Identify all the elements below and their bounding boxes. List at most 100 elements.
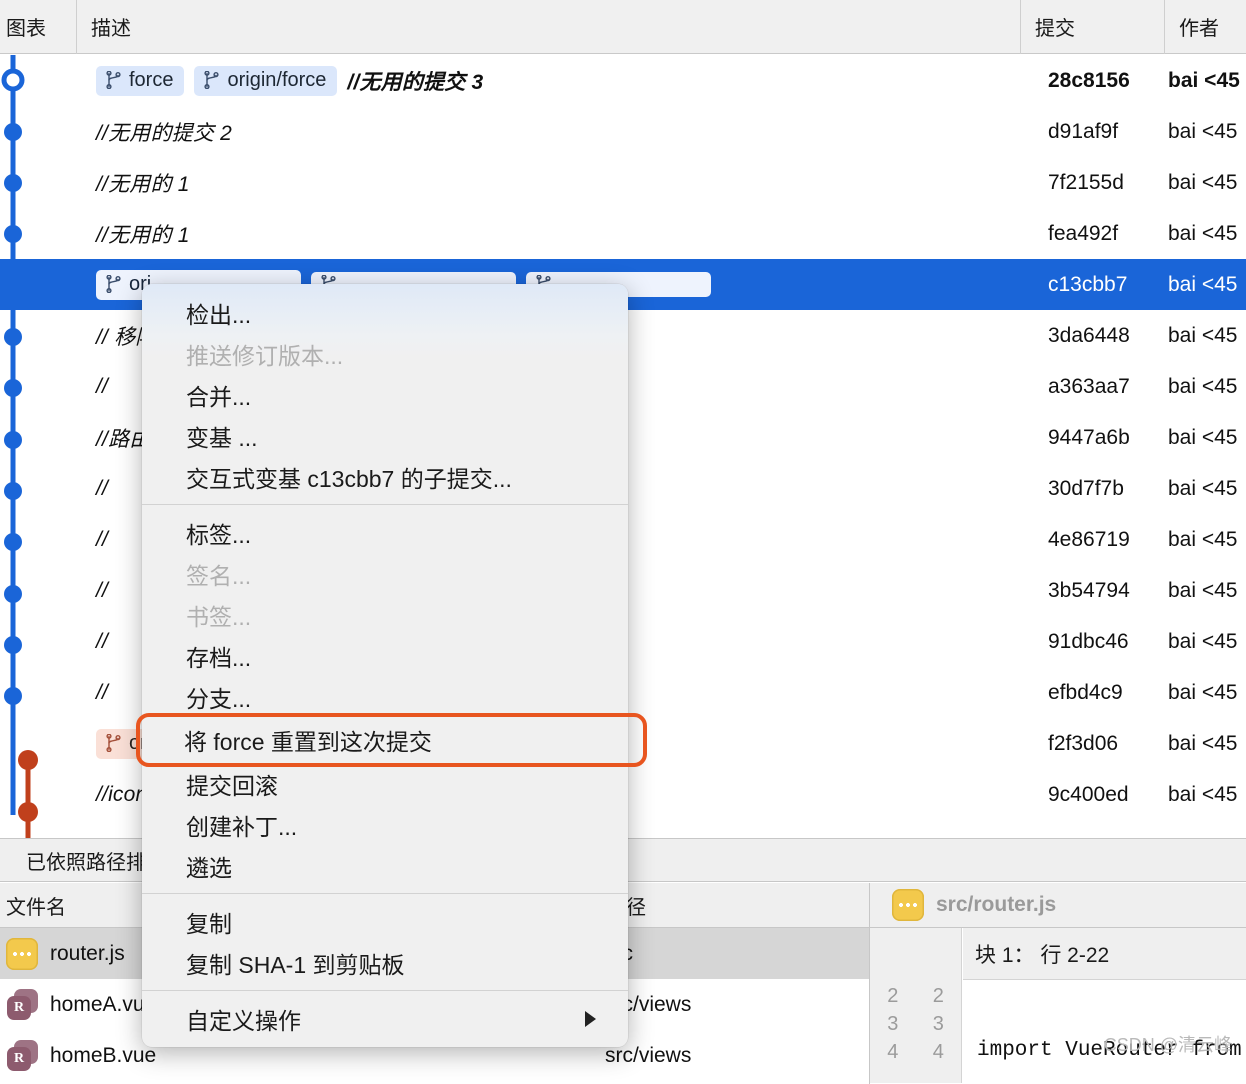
context-menu-item: 推送修订版本... bbox=[142, 333, 628, 374]
column-header-author[interactable]: 作者 bbox=[1164, 0, 1246, 54]
context-menu-item[interactable]: 存档... bbox=[142, 635, 628, 676]
context-menu-item[interactable]: 交互式变基 c13cbb7 的子提交... bbox=[142, 456, 628, 497]
commit-message: // bbox=[96, 374, 109, 398]
commit-message: // bbox=[96, 629, 109, 653]
commit-graph-cell bbox=[0, 514, 76, 565]
menu-separator bbox=[142, 893, 628, 894]
context-menu-item[interactable]: 复制 SHA-1 到剪贴板 bbox=[142, 942, 628, 983]
context-menu-item-label: 推送修订版本... bbox=[186, 342, 344, 369]
commit-graph-cell bbox=[0, 361, 76, 412]
diff-hunk-header-label: 块 1： 行 2-22 bbox=[975, 943, 1110, 967]
branch-chip[interactable]: origin/force bbox=[194, 65, 338, 96]
context-menu-item[interactable]: 分支... bbox=[142, 676, 628, 717]
diff-line-number-pair: 22 bbox=[870, 982, 961, 1010]
commit-hash: d91af9f bbox=[1048, 119, 1119, 143]
diff-new-line-number: 4 bbox=[932, 1040, 944, 1063]
commit-author: bai <45 bbox=[1168, 629, 1238, 653]
diff-new-line-number: 2 bbox=[932, 984, 944, 1007]
diff-pane[interactable]: src/router.js 223344 块 1： 行 2-22 import … bbox=[869, 883, 1246, 1084]
column-header-bar: 图表 描述 提交 作者 bbox=[0, 0, 1246, 54]
context-menu-item[interactable]: 合并... bbox=[142, 374, 628, 415]
file-name-label: router.js bbox=[50, 941, 125, 965]
commit-row[interactable]: //无用的提交 2 d91af9f bai <45 bbox=[0, 106, 1246, 157]
diff-old-line-number: 4 bbox=[887, 1040, 899, 1063]
commit-message: //无用的提交 2 bbox=[96, 121, 232, 145]
commit-message: //无用的 1 bbox=[96, 172, 190, 196]
column-header-commit[interactable]: 提交 bbox=[1020, 0, 1164, 54]
column-header-description[interactable]: 描述 bbox=[76, 0, 1020, 54]
context-menu-item-label: 合并... bbox=[186, 383, 252, 410]
context-menu-item: 书签... bbox=[142, 594, 628, 635]
commit-author: bai <45 bbox=[1168, 323, 1238, 347]
commit-description-cell: //无用的 1 bbox=[76, 157, 1020, 208]
commit-author: bai <45 bbox=[1168, 374, 1238, 398]
context-menu-item-label: 复制 bbox=[186, 910, 232, 937]
status-bar-text: 已依照路径排 bbox=[26, 851, 146, 874]
commit-hash: 3b54794 bbox=[1048, 578, 1130, 602]
column-header-commit-label: 提交 bbox=[1035, 18, 1075, 40]
context-menu-item[interactable]: 将 force 重置到这次提交 bbox=[136, 713, 647, 767]
commit-graph-cell bbox=[0, 55, 76, 106]
commit-row[interactable]: force origin/force //无用的提交 3 28c8156 bai <45 bbox=[0, 55, 1246, 106]
file-column-header-path[interactable]: 路径 bbox=[595, 890, 869, 920]
commit-hash: f2f3d06 bbox=[1048, 731, 1119, 755]
diff-line-number-pair: 44 bbox=[870, 1038, 961, 1066]
branch-chip-label: force bbox=[129, 68, 174, 91]
commit-hash: 9447a6b bbox=[1048, 425, 1130, 449]
diff-body[interactable]: 223344 块 1： 行 2-22 import VueRouter from… bbox=[870, 928, 1246, 1083]
commit-description-cell: force origin/force //无用的提交 3 bbox=[76, 55, 1020, 106]
commit-author: bai <45 bbox=[1168, 272, 1238, 296]
context-menu-item-label: 创建补丁... bbox=[186, 813, 298, 840]
commit-graph-cell bbox=[0, 259, 76, 310]
context-menu-item[interactable]: 创建补丁... bbox=[142, 804, 628, 845]
commit-context-menu[interactable]: 检出... 推送修订版本... 合并... 变基 ... 交互式变基 c13cbb7 的… bbox=[136, 284, 647, 1047]
context-menu-item-label: 存档... bbox=[186, 644, 252, 671]
menu-separator bbox=[142, 990, 628, 991]
commit-hash: 30d7f7b bbox=[1048, 476, 1124, 500]
context-menu-item-label: 标签... bbox=[186, 521, 252, 548]
context-menu-item[interactable]: 标签... bbox=[142, 512, 628, 553]
commit-row[interactable]: //无用的 1 fea492f bai <45 bbox=[0, 208, 1246, 259]
commit-description-cell: //无用的提交 2 bbox=[76, 106, 1020, 157]
commit-graph-cell bbox=[0, 463, 76, 514]
commit-graph-cell bbox=[0, 565, 76, 616]
file-path-cell: src/views bbox=[605, 992, 692, 1016]
js-file-icon bbox=[6, 937, 38, 970]
context-menu-item-label: 变基 ... bbox=[186, 424, 258, 451]
commit-graph-cell bbox=[0, 412, 76, 463]
context-menu-item-label: 检出... bbox=[186, 301, 252, 328]
column-header-description-label: 描述 bbox=[91, 18, 131, 40]
file-column-header-name-label: 文件名 bbox=[6, 896, 66, 919]
commit-graph-cell bbox=[0, 310, 76, 361]
commit-hash: efbd4c9 bbox=[1048, 680, 1123, 704]
column-header-graph[interactable]: 图表 bbox=[0, 0, 76, 54]
context-menu-item-label: 提交回滚 bbox=[186, 772, 278, 799]
commit-author: bai <45 bbox=[1168, 578, 1238, 602]
csdn-watermark: CSDN @清云峰 bbox=[1103, 1035, 1232, 1055]
context-menu-item[interactable]: 自定义操作 bbox=[142, 998, 628, 1039]
commit-hash: 4e86719 bbox=[1048, 527, 1130, 551]
context-menu-item[interactable]: 检出... bbox=[142, 292, 628, 333]
vue-file-icon: R bbox=[6, 1039, 38, 1072]
commit-message: //无用的提交 3 bbox=[347, 70, 484, 94]
commit-row[interactable]: //无用的 1 7f2155d bai <45 bbox=[0, 157, 1246, 208]
context-menu-item[interactable]: 变基 ... bbox=[142, 415, 628, 456]
diff-new-line-number: 3 bbox=[932, 1012, 944, 1035]
commit-graph-cell bbox=[0, 208, 76, 259]
commit-author: bai <45 bbox=[1168, 119, 1238, 143]
context-menu-item[interactable]: 提交回滚 bbox=[142, 763, 628, 804]
commit-message: // bbox=[96, 578, 109, 602]
context-menu-item-label: 交互式变基 c13cbb7 的子提交... bbox=[186, 465, 512, 492]
commit-message: // bbox=[96, 476, 109, 500]
branch-chip[interactable]: force bbox=[96, 65, 185, 96]
commit-hash: a363aa7 bbox=[1048, 374, 1130, 398]
context-menu-item-label: 复制 SHA-1 到剪贴板 bbox=[186, 951, 405, 978]
file-path-cell: src bbox=[595, 942, 869, 966]
commit-graph-cell bbox=[0, 106, 76, 157]
commit-message: // bbox=[96, 527, 109, 551]
context-menu-item[interactable]: 复制 bbox=[142, 901, 628, 942]
context-menu-item[interactable]: 遴选 bbox=[142, 845, 628, 886]
diff-file-header: src/router.js bbox=[870, 883, 1246, 928]
context-menu-item-label: 分支... bbox=[186, 685, 252, 712]
commit-graph-cell bbox=[0, 157, 76, 208]
